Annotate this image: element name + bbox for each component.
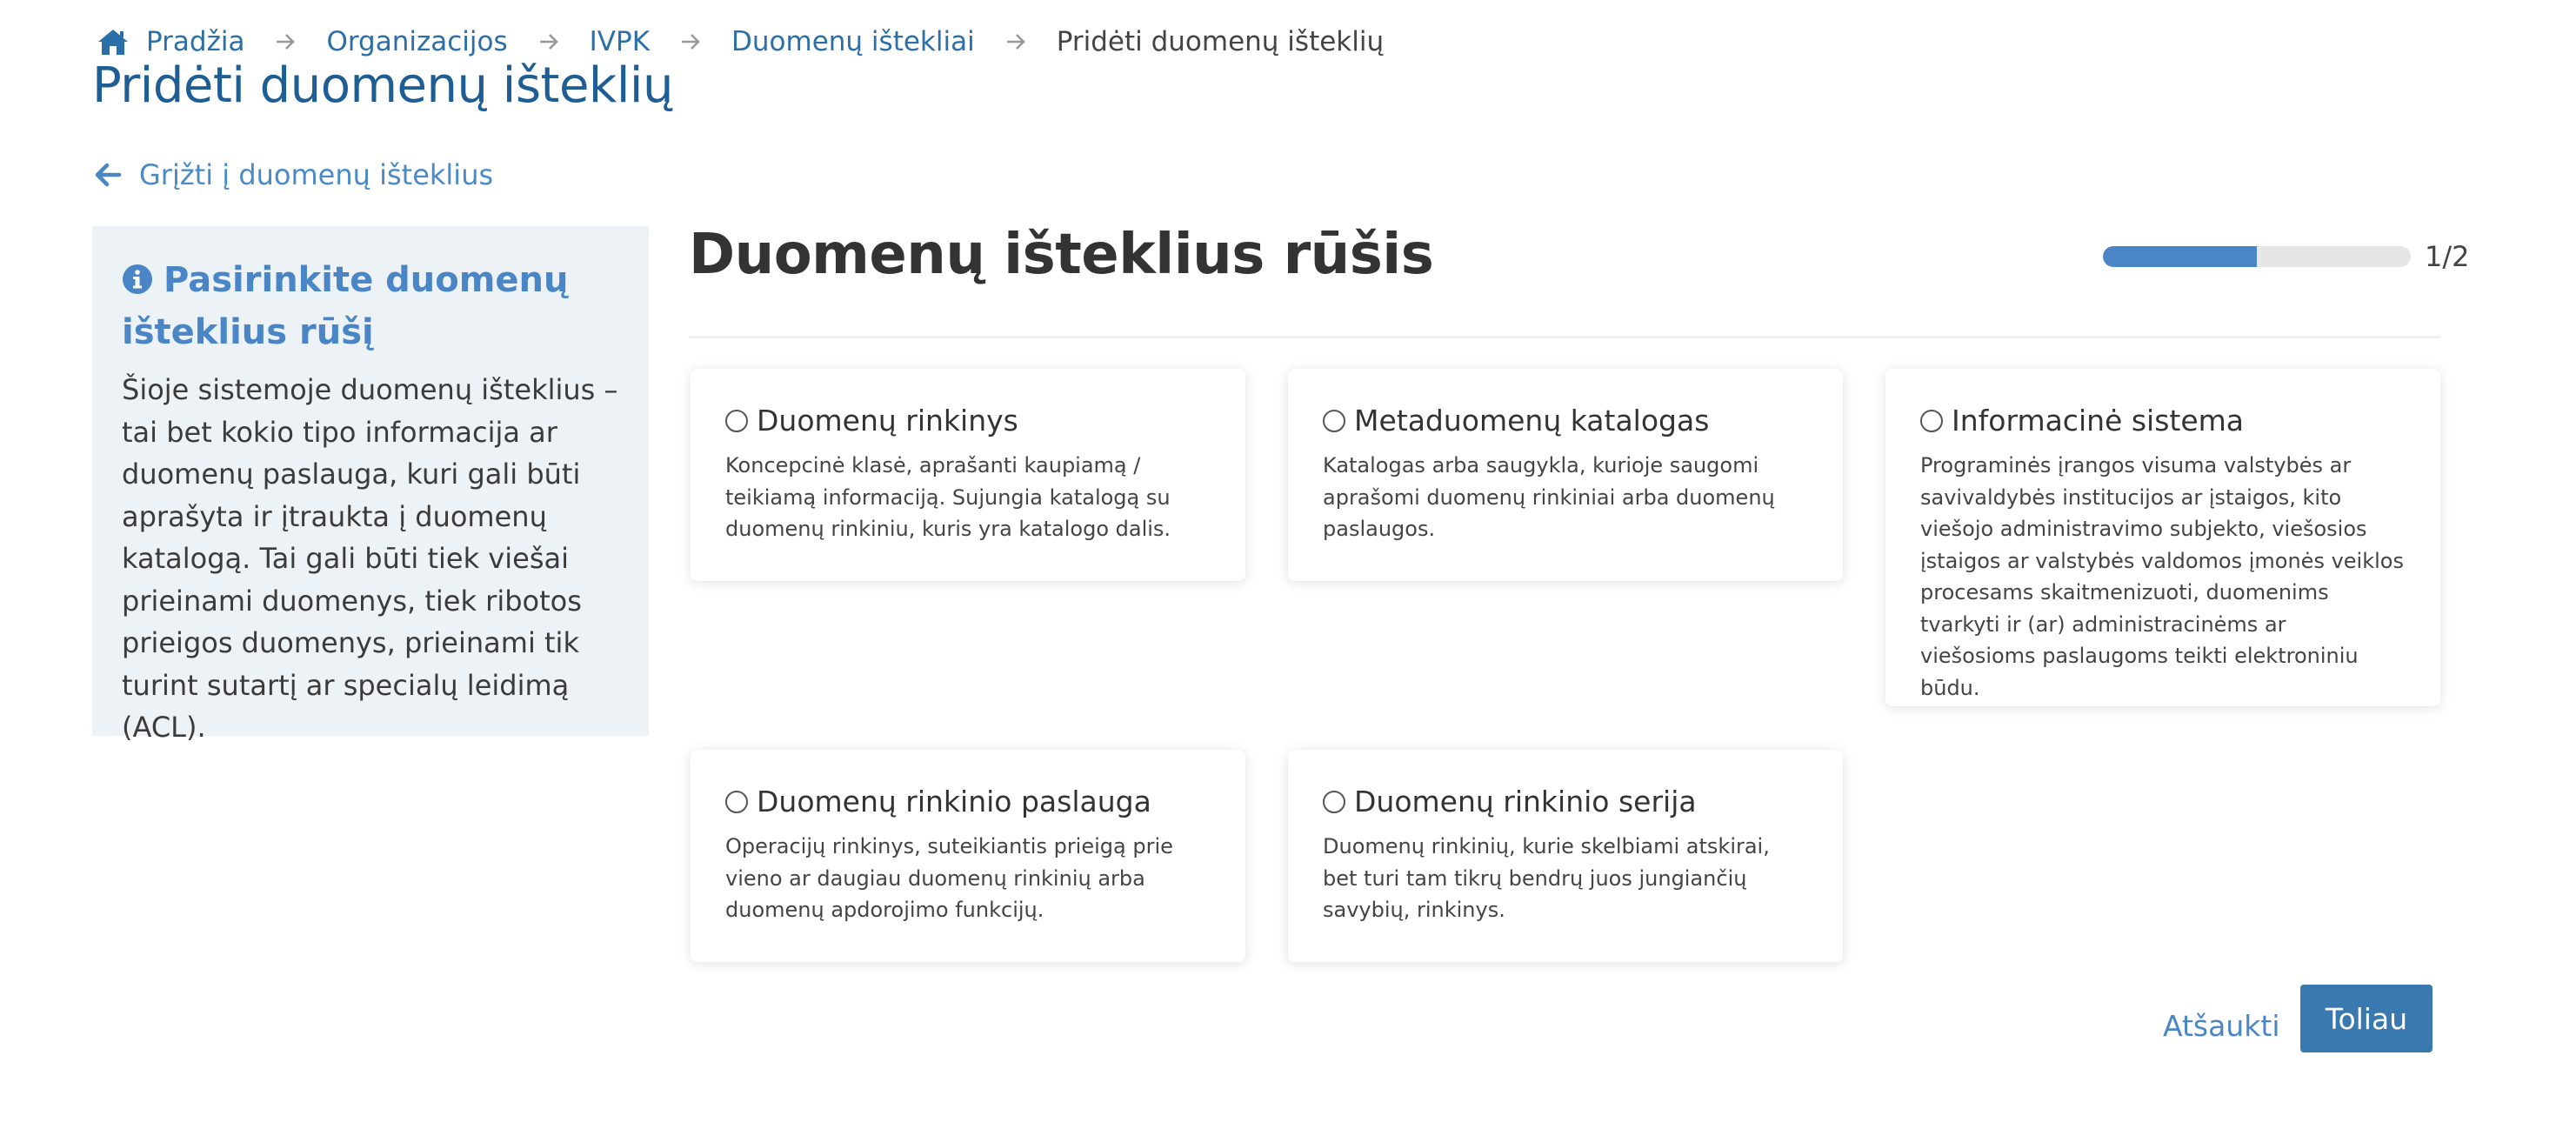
option-title: Metaduomenų katalogas — [1354, 404, 1710, 438]
breadcrumb-current: Pridėti duomenų išteklių — [1056, 26, 1385, 57]
option-card-dataset-service[interactable]: Duomenų rinkinio paslauga Operacijų rink… — [691, 750, 1245, 962]
option-card-dataset[interactable]: Duomenų rinkinys Koncepcinė klasė, apraš… — [691, 369, 1245, 581]
info-title-text: Pasirinkite duomenų išteklius rūšį — [122, 260, 569, 352]
info-text: Šioje sistemoje duomenų išteklius – tai … — [122, 373, 618, 744]
radio-button[interactable] — [1920, 409, 1943, 432]
chevron-right-icon — [679, 30, 702, 53]
breadcrumb-home-link[interactable]: Pradžia — [146, 26, 244, 57]
option-card-metadata-catalog[interactable]: Metaduomenų katalogas Katalogas arba sau… — [1288, 369, 1843, 581]
next-button[interactable]: Toliau — [2300, 985, 2433, 1052]
info-panel: Pasirinkite duomenų išteklius rūšį Šioje… — [92, 226, 649, 744]
radio-button[interactable] — [1323, 409, 1345, 432]
breadcrumb: Pradžia Organizacijos IVPK Duomenų ištek… — [96, 21, 1384, 63]
option-card-information-system[interactable]: Informacinė sistema Programinės įrangos … — [1885, 369, 2440, 706]
option-title: Informacinė sistema — [1952, 404, 2244, 438]
option-description: Koncepcinė klasė, aprašanti kaupiamą / t… — [725, 453, 1171, 541]
option-card-dataset-series[interactable]: Duomenų rinkinio serija Duomenų rinkinių… — [1288, 750, 1843, 962]
home-icon[interactable] — [96, 27, 130, 57]
page-title: Pridėti duomenų išteklių — [92, 57, 673, 114]
section-title: Duomenų išteklius rūšis — [689, 223, 1434, 287]
option-description: Katalogas arba saugykla, kurioje saugomi… — [1323, 453, 1775, 541]
radio-button[interactable] — [725, 409, 748, 432]
back-link-label: Grįžti į duomenų išteklius — [139, 158, 494, 191]
back-link[interactable]: Grįžti į duomenų išteklius — [94, 158, 493, 191]
section-divider — [689, 336, 2440, 338]
chevron-right-icon — [1004, 30, 1027, 53]
option-description: Operacijų rinkinys, suteikiantis prieigą… — [725, 834, 1173, 922]
chevron-right-icon — [274, 30, 297, 53]
arrow-left-icon — [94, 161, 122, 189]
progress-bar — [2103, 246, 2411, 267]
breadcrumb-datasets-link[interactable]: Duomenų ištekliai — [731, 26, 975, 57]
radio-button[interactable] — [1323, 790, 1345, 813]
breadcrumb-organizations-link[interactable]: Organizacijos — [326, 26, 507, 57]
radio-button[interactable] — [725, 790, 748, 813]
option-title: Duomenų rinkinio paslauga — [757, 785, 1151, 818]
breadcrumb-ivpk-link[interactable]: IVPK — [590, 26, 650, 57]
cancel-button[interactable]: Atšaukti — [2163, 1009, 2279, 1043]
option-description: Programinės įrangos visuma valstybės ar … — [1920, 453, 2404, 700]
option-title: Duomenų rinkinys — [757, 404, 1018, 438]
chevron-right-icon — [537, 30, 560, 53]
progress-label: 1/2 — [2425, 240, 2470, 273]
option-description: Duomenų rinkinių, kurie skelbiami atskir… — [1323, 834, 1770, 922]
progress-fill — [2103, 246, 2257, 267]
option-title: Duomenų rinkinio serija — [1354, 785, 1697, 818]
info-title: Pasirinkite duomenų išteklius rūšį — [122, 254, 619, 358]
info-icon — [122, 257, 153, 294]
